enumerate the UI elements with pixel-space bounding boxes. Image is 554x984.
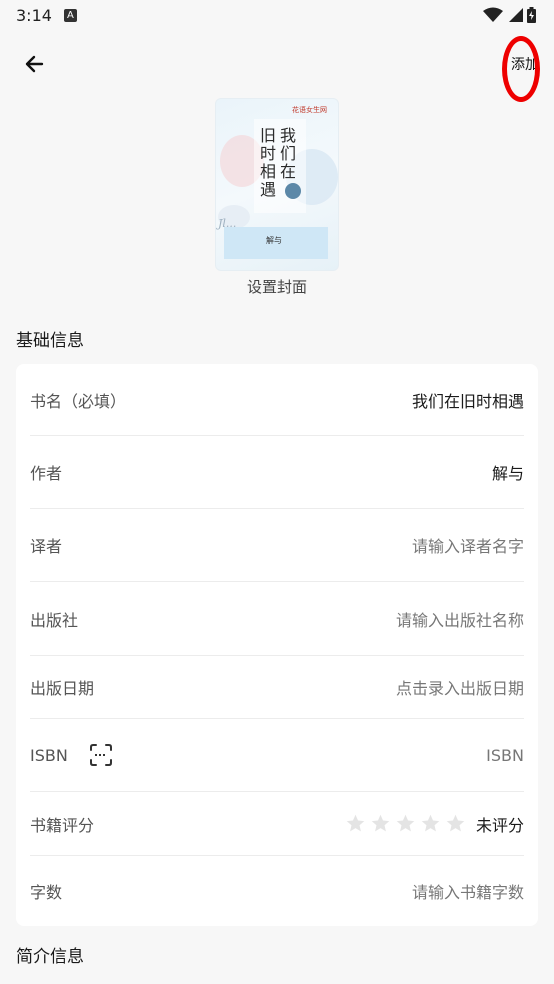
field-translator-label: 译者 <box>30 537 63 556</box>
cover-image-button[interactable]: Jl... 花语女生网 我们在 旧时相遇 解与 <box>215 98 339 271</box>
star-icon[interactable] <box>395 813 416 834</box>
field-title-value[interactable]: 我们在旧时相遇 <box>412 388 524 412</box>
field-word-count-label: 字数 <box>30 883 63 902</box>
notification-badge: A <box>63 8 77 22</box>
field-word-count-row[interactable]: 字数 请输入书籍字数 <box>30 856 524 926</box>
publish-date-picker[interactable]: 点击录入出版日期 <box>396 675 524 699</box>
status-time: 3:14 <box>16 5 52 25</box>
set-cover-label[interactable]: 设置封面 <box>0 276 554 297</box>
field-author-value[interactable]: 解与 <box>492 460 524 484</box>
field-publisher-label: 出版社 <box>30 610 79 630</box>
field-rating-label: 书籍评分 <box>30 815 95 835</box>
app-bar: 添加 <box>0 34 554 94</box>
field-isbn-label-group: ISBN <box>30 744 112 766</box>
arrow-left-icon <box>25 55 44 73</box>
signal-icon <box>509 8 523 22</box>
back-button[interactable] <box>14 46 54 82</box>
publisher-tag: 花语女生网 <box>292 106 327 114</box>
field-publish-date-label: 出版日期 <box>30 679 95 698</box>
field-isbn-label: ISBN <box>30 745 68 765</box>
star-icon[interactable] <box>420 813 441 834</box>
field-publish-date-row[interactable]: 出版日期 点击录入出版日期 <box>30 656 524 719</box>
cover-title-right: 我们在 <box>280 126 297 181</box>
basic-info-title: 基础信息 <box>16 331 84 351</box>
battery-icon <box>527 7 536 23</box>
basic-info-card: 书名（必填） 我们在旧时相遇 作者 解与 译者 请输入译者名字 出版社 请输入出… <box>16 364 538 926</box>
intro-info-title: 简介信息 <box>16 947 84 967</box>
rating-stars[interactable] <box>345 813 466 834</box>
field-author-row[interactable]: 作者 解与 <box>30 436 524 509</box>
publisher-input[interactable]: 请输入出版社名称 <box>396 607 524 631</box>
field-title-label: 书名（必填） <box>30 391 127 411</box>
star-icon[interactable] <box>370 813 391 834</box>
status-bar: 3:14 A <box>0 0 554 30</box>
star-icon[interactable] <box>445 813 466 834</box>
field-isbn-row[interactable]: ISBN ISBN <box>30 719 524 792</box>
translator-input[interactable]: 请输入译者名字 <box>412 533 524 557</box>
field-publisher-row[interactable]: 出版社 请输入出版社名称 <box>30 582 524 656</box>
field-title-row[interactable]: 书名（必填） 我们在旧时相遇 <box>30 364 524 436</box>
field-translator-row[interactable]: 译者 请输入译者名字 <box>30 509 524 582</box>
wifi-icon <box>483 7 503 22</box>
scan-icon[interactable] <box>89 744 112 766</box>
field-rating-row[interactable]: 书籍评分 未评分 <box>30 792 524 856</box>
highlight-circle <box>502 36 540 102</box>
cover-author: 解与 <box>266 236 282 245</box>
rating-group: 未评分 <box>345 812 524 836</box>
status-icons <box>483 7 536 23</box>
isbn-input[interactable]: ISBN <box>486 746 524 765</box>
field-author-label: 作者 <box>30 464 63 483</box>
rating-value-text: 未评分 <box>475 815 524 835</box>
svg-text:Jl...: Jl... <box>216 217 236 230</box>
star-icon[interactable] <box>345 813 366 834</box>
book-cover: Jl... 花语女生网 我们在 旧时相遇 解与 <box>215 98 339 271</box>
word-count-input[interactable]: 请输入书籍字数 <box>412 879 524 903</box>
cover-title-left: 旧时相遇 <box>260 126 277 199</box>
